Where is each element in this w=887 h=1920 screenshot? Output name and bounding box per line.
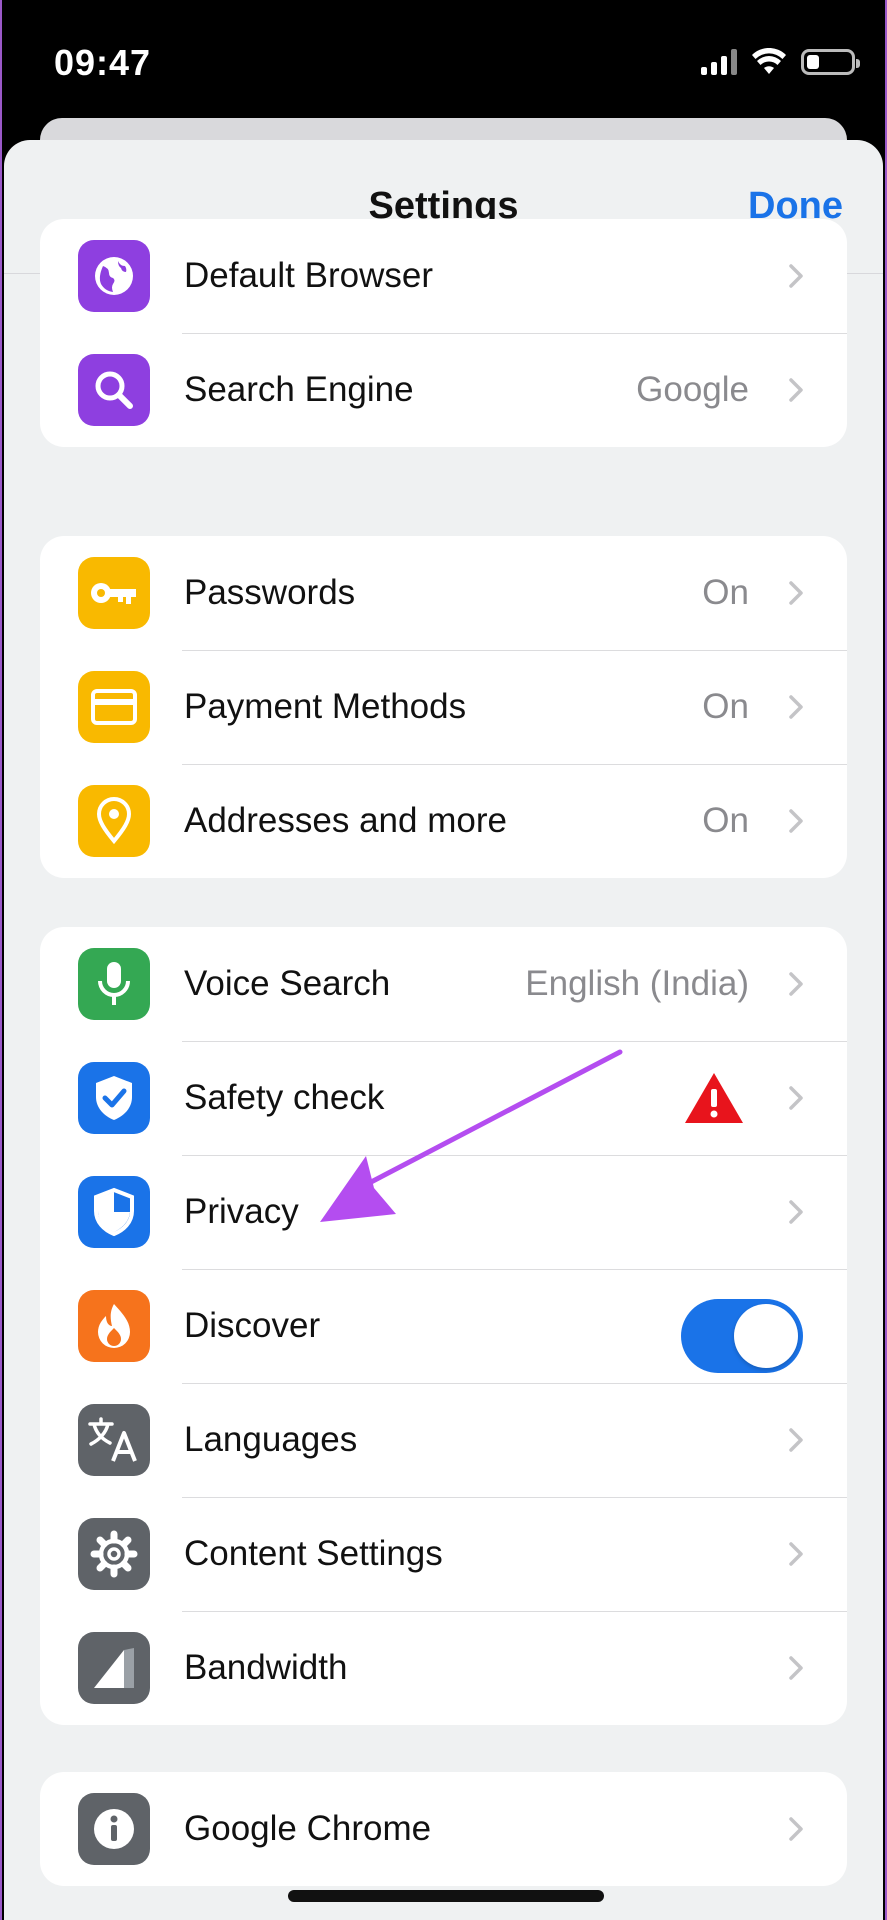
row-label: Addresses and more [184, 801, 507, 840]
gear-icon [78, 1518, 150, 1590]
credit-card-icon [78, 671, 150, 743]
warning-triangle-icon [685, 1073, 743, 1123]
status-time: 09:47 [54, 42, 152, 83]
chevron-right-icon [789, 1817, 803, 1841]
settings-row-languages[interactable]: Languages [40, 1383, 847, 1497]
settings-group-autofill: Passwords On Payment Methods On Addresse… [40, 536, 847, 878]
chevron-right-icon [789, 1542, 803, 1566]
settings-row-search-engine[interactable]: Search Engine Google [40, 333, 847, 447]
row-label: Discover [184, 1306, 321, 1345]
cellular-signal-icon [701, 49, 737, 75]
row-value: On [702, 573, 749, 612]
row-label: Voice Search [184, 964, 391, 1003]
settings-row-discover: Discover [40, 1269, 847, 1383]
settings-row-content-settings[interactable]: Content Settings [40, 1497, 847, 1611]
settings-row-default-browser[interactable]: Default Browser [40, 219, 847, 333]
chevron-right-icon [789, 1656, 803, 1680]
translate-icon [78, 1404, 150, 1476]
settings-row-voice-search[interactable]: Voice Search English (India) [40, 927, 847, 1041]
globe-icon [78, 240, 150, 312]
row-label: Languages [184, 1420, 358, 1459]
row-label: Passwords [184, 573, 356, 612]
row-label: Payment Methods [184, 687, 467, 726]
search-icon [78, 354, 150, 426]
info-icon [78, 1793, 150, 1865]
phone-screen: 09:47 Settings Done Default Browser Sear… [0, 0, 887, 1920]
row-value: On [702, 801, 749, 840]
status-bar: 09:47 [2, 0, 885, 118]
chevron-right-icon [789, 1200, 803, 1224]
row-label: Content Settings [184, 1534, 443, 1573]
flame-icon [78, 1290, 150, 1362]
row-value: English (India) [525, 964, 749, 1003]
chevron-right-icon [789, 1428, 803, 1452]
signal-bandwidth-icon [78, 1632, 150, 1704]
settings-group-advanced: Voice Search English (India) Safety chec… [40, 927, 847, 1725]
shield-check-icon [78, 1062, 150, 1134]
row-label: Search Engine [184, 370, 414, 409]
row-label: Safety check [184, 1078, 385, 1117]
chevron-right-icon [789, 378, 803, 402]
settings-row-bandwidth[interactable]: Bandwidth [40, 1611, 847, 1725]
settings-row-privacy[interactable]: Privacy [40, 1155, 847, 1269]
settings-group-browser: Default Browser Search Engine Google [40, 219, 847, 447]
microphone-icon [78, 948, 150, 1020]
settings-row-addresses[interactable]: Addresses and more On [40, 764, 847, 878]
chevron-right-icon [789, 581, 803, 605]
chevron-right-icon [789, 809, 803, 833]
row-label: Default Browser [184, 256, 433, 295]
settings-sheet: Settings Done Default Browser Search Eng… [4, 140, 883, 1920]
row-label: Google Chrome [184, 1809, 432, 1848]
chevron-right-icon [789, 695, 803, 719]
row-label: Privacy [184, 1192, 299, 1231]
discover-toggle[interactable] [681, 1299, 803, 1373]
settings-row-passwords[interactable]: Passwords On [40, 536, 847, 650]
settings-group-about: Google Chrome [40, 1772, 847, 1886]
row-value: On [702, 687, 749, 726]
settings-row-safety-check[interactable]: Safety check [40, 1041, 847, 1155]
wifi-icon [752, 48, 786, 74]
battery-icon [801, 49, 860, 75]
row-value: Google [636, 370, 749, 409]
chevron-right-icon [789, 1086, 803, 1110]
home-indicator [288, 1890, 604, 1902]
key-icon [78, 557, 150, 629]
toggle-knob [734, 1304, 798, 1368]
status-icons [701, 48, 860, 76]
chevron-right-icon [789, 972, 803, 996]
settings-row-google-chrome[interactable]: Google Chrome [40, 1772, 847, 1886]
shield-privacy-icon [78, 1176, 150, 1248]
row-label: Bandwidth [184, 1648, 348, 1687]
settings-row-payment-methods[interactable]: Payment Methods On [40, 650, 847, 764]
chevron-right-icon [789, 264, 803, 288]
battery-level [807, 55, 819, 69]
location-pin-icon [78, 785, 150, 857]
